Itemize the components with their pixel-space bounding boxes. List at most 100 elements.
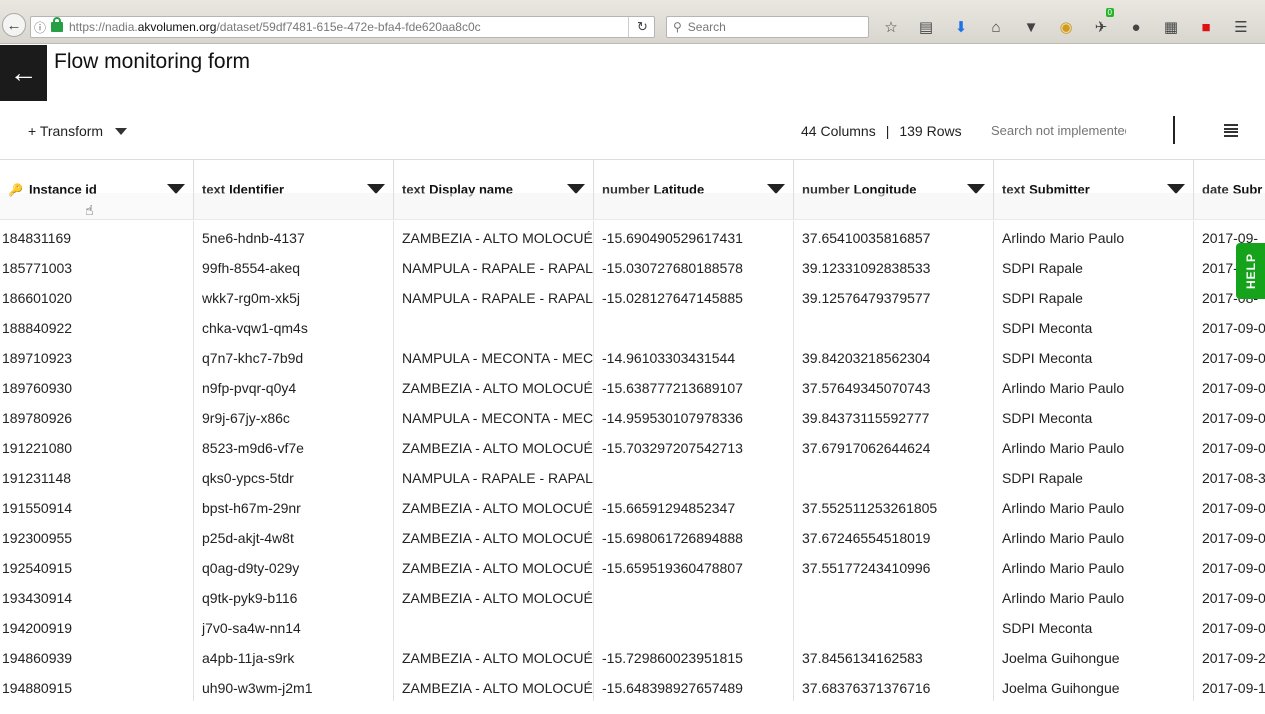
table-cell[interactable]: 2017-09-0 [1194,521,1265,551]
table-cell[interactable]: 2017-09-0 [1194,341,1265,371]
table-cell[interactable]: 37.57649345070743 [794,371,994,401]
table-cell[interactable]: 2017-09-0 [1194,431,1265,461]
table-cell[interactable]: 2017-08-3 [1194,461,1265,491]
table-cell[interactable]: Joelma Guihongue [994,641,1194,671]
table-cell[interactable]: 192540915 [0,551,194,581]
table-cell[interactable]: 2017-09-0 [1194,581,1265,611]
table-cell[interactable]: 39.84373115592777 [794,401,994,431]
table-cell[interactable]: 37.68376371376716 [794,671,994,701]
table-cell[interactable]: bpst-h67m-29nr [194,491,394,521]
table-cell[interactable]: ZAMBEZIA - ALTO MOLOCUÉ [394,671,594,701]
table-cell[interactable]: SDPI Rapale [994,251,1194,281]
table-cell[interactable]: 37.65410035816857 [794,221,994,251]
table-cell[interactable]: Joelma Guihongue [994,671,1194,701]
table-cell[interactable] [794,461,994,491]
table-cell[interactable]: 194860939 [0,641,194,671]
table-cell[interactable]: 192300955 [0,521,194,551]
table-cell[interactable]: 39.12576479379577 [794,281,994,311]
column-header[interactable]: text Display name [394,160,594,220]
table-cell[interactable]: 184831169 [0,221,194,251]
info-icon[interactable]: ⓘ [31,19,49,36]
table-cell[interactable]: ZAMBEZIA - ALTO MOLOCUÉ [394,371,594,401]
table-cell[interactable]: SDPI Rapale [994,461,1194,491]
table-cell[interactable]: 185771003 [0,251,194,281]
table-cell[interactable]: -14.959530107978336 [594,401,794,431]
table-cell[interactable]: a4pb-11ja-s9rk [194,641,394,671]
table-cell[interactable]: Arlindo Mario Paulo [994,371,1194,401]
table-cell[interactable]: SDPI Meconta [994,311,1194,341]
download-icon[interactable]: ⬇ [950,18,972,36]
table-cell[interactable]: ZAMBEZIA - ALTO MOLOCUÉ [394,221,594,251]
reading-list-icon[interactable]: ▤ [915,18,937,36]
table-cell[interactable]: 37.67246554518019 [794,521,994,551]
table-cell[interactable]: ZAMBEZIA - ALTO MOLOCUÉ [394,641,594,671]
help-button[interactable]: HELP [1236,243,1265,299]
table-cell[interactable] [594,311,794,341]
table-cell[interactable]: 188840922 [0,311,194,341]
table-cell[interactable]: 39.12331092838533 [794,251,994,281]
table-cell[interactable]: q7n7-khc7-7b9d [194,341,394,371]
table-cell[interactable]: 37.552511253261805 [794,491,994,521]
table-cell[interactable]: SDPI Meconta [994,401,1194,431]
table-cell[interactable]: 191221080 [0,431,194,461]
table-cell[interactable] [794,611,994,641]
table-cell[interactable]: ZAMBEZIA - ALTO MOLOCUÉ [394,431,594,461]
table-cell[interactable]: -15.659519360478807 [594,551,794,581]
bookmark-star-icon[interactable]: ☆ [880,18,902,36]
browser-back-button[interactable]: ← [2,13,26,37]
table-cell[interactable]: 37.55177243410996 [794,551,994,581]
menu-icon[interactable]: ☰ [1230,18,1252,36]
table-cell[interactable]: 37.8456134162583 [794,641,994,671]
table-cell[interactable]: 191550914 [0,491,194,521]
back-button[interactable]: ← [0,45,47,101]
transform-menu-button[interactable]: + Transform [28,123,128,139]
table-cell[interactable]: n9fp-pvqr-q0y4 [194,371,394,401]
table-cell[interactable]: SDPI Rapale [994,281,1194,311]
table-cell[interactable]: -15.698061726894888 [594,521,794,551]
table-cell[interactable]: 2017-09-0 [1194,371,1265,401]
table-cell[interactable]: 186601020 [0,281,194,311]
table-cell[interactable]: ZAMBEZIA - ALTO MOLOCUÉ [394,551,594,581]
column-header[interactable]: text Submitter [994,160,1194,220]
table-cell[interactable]: 189780926 [0,401,194,431]
extension-badge-icon[interactable]: ✈ 0 [1090,8,1114,36]
table-cell[interactable] [794,581,994,611]
table-cell[interactable]: ZAMBEZIA - ALTO MOLOCUÉ [394,491,594,521]
extension-red-icon[interactable]: ■ [1195,19,1217,36]
table-cell[interactable]: 39.84203218562304 [794,341,994,371]
table-cell[interactable]: -14.96103303431544 [594,341,794,371]
table-cell[interactable]: SDPI Meconta [994,611,1194,641]
table-cell[interactable]: -15.028127647145885 [594,281,794,311]
table-cell[interactable]: Arlindo Mario Paulo [994,221,1194,251]
table-cell[interactable]: chka-vqw1-qm4s [194,311,394,341]
table-cell[interactable]: -15.703297207542713 [594,431,794,461]
table-cell[interactable]: 193430914 [0,581,194,611]
table-cell[interactable]: ZAMBEZIA - ALTO MOLOCUÉ [394,521,594,551]
table-cell[interactable]: 2017-09-1 [1194,671,1265,701]
table-cell[interactable] [594,611,794,641]
table-cell[interactable]: q0ag-d9ty-029y [194,551,394,581]
table-cell[interactable] [594,581,794,611]
table-cell[interactable]: 194200919 [0,611,194,641]
table-cell[interactable]: j7v0-sa4w-nn14 [194,611,394,641]
table-cell[interactable] [794,311,994,341]
table-cell[interactable]: 2017-09-0 [1194,491,1265,521]
table-cell[interactable] [594,461,794,491]
table-cell[interactable] [394,311,594,341]
table-cell[interactable]: -15.648398927657489 [594,671,794,701]
table-cell[interactable]: uh90-w3wm-j2m1 [194,671,394,701]
table-cell[interactable] [394,611,594,641]
table-cell[interactable]: 8523-m9d6-vf7e [194,431,394,461]
column-list-icon[interactable] [1224,124,1238,137]
extension-dark-icon[interactable]: ● [1125,19,1147,36]
column-header[interactable]: number Longitude [794,160,994,220]
table-cell[interactable]: -15.729860023951815 [594,641,794,671]
table-cell[interactable]: 189710923 [0,341,194,371]
table-cell[interactable]: 9r9j-67jy-x86c [194,401,394,431]
table-cell[interactable]: NAMPULA - RAPALE - RAPALE [394,461,594,491]
column-header[interactable]: date Subr [1194,160,1265,220]
table-cell[interactable]: Arlindo Mario Paulo [994,431,1194,461]
table-cell[interactable]: -15.66591294852347 [594,491,794,521]
column-header[interactable]: number Latitude [594,160,794,220]
table-cell[interactable]: 191231148 [0,461,194,491]
